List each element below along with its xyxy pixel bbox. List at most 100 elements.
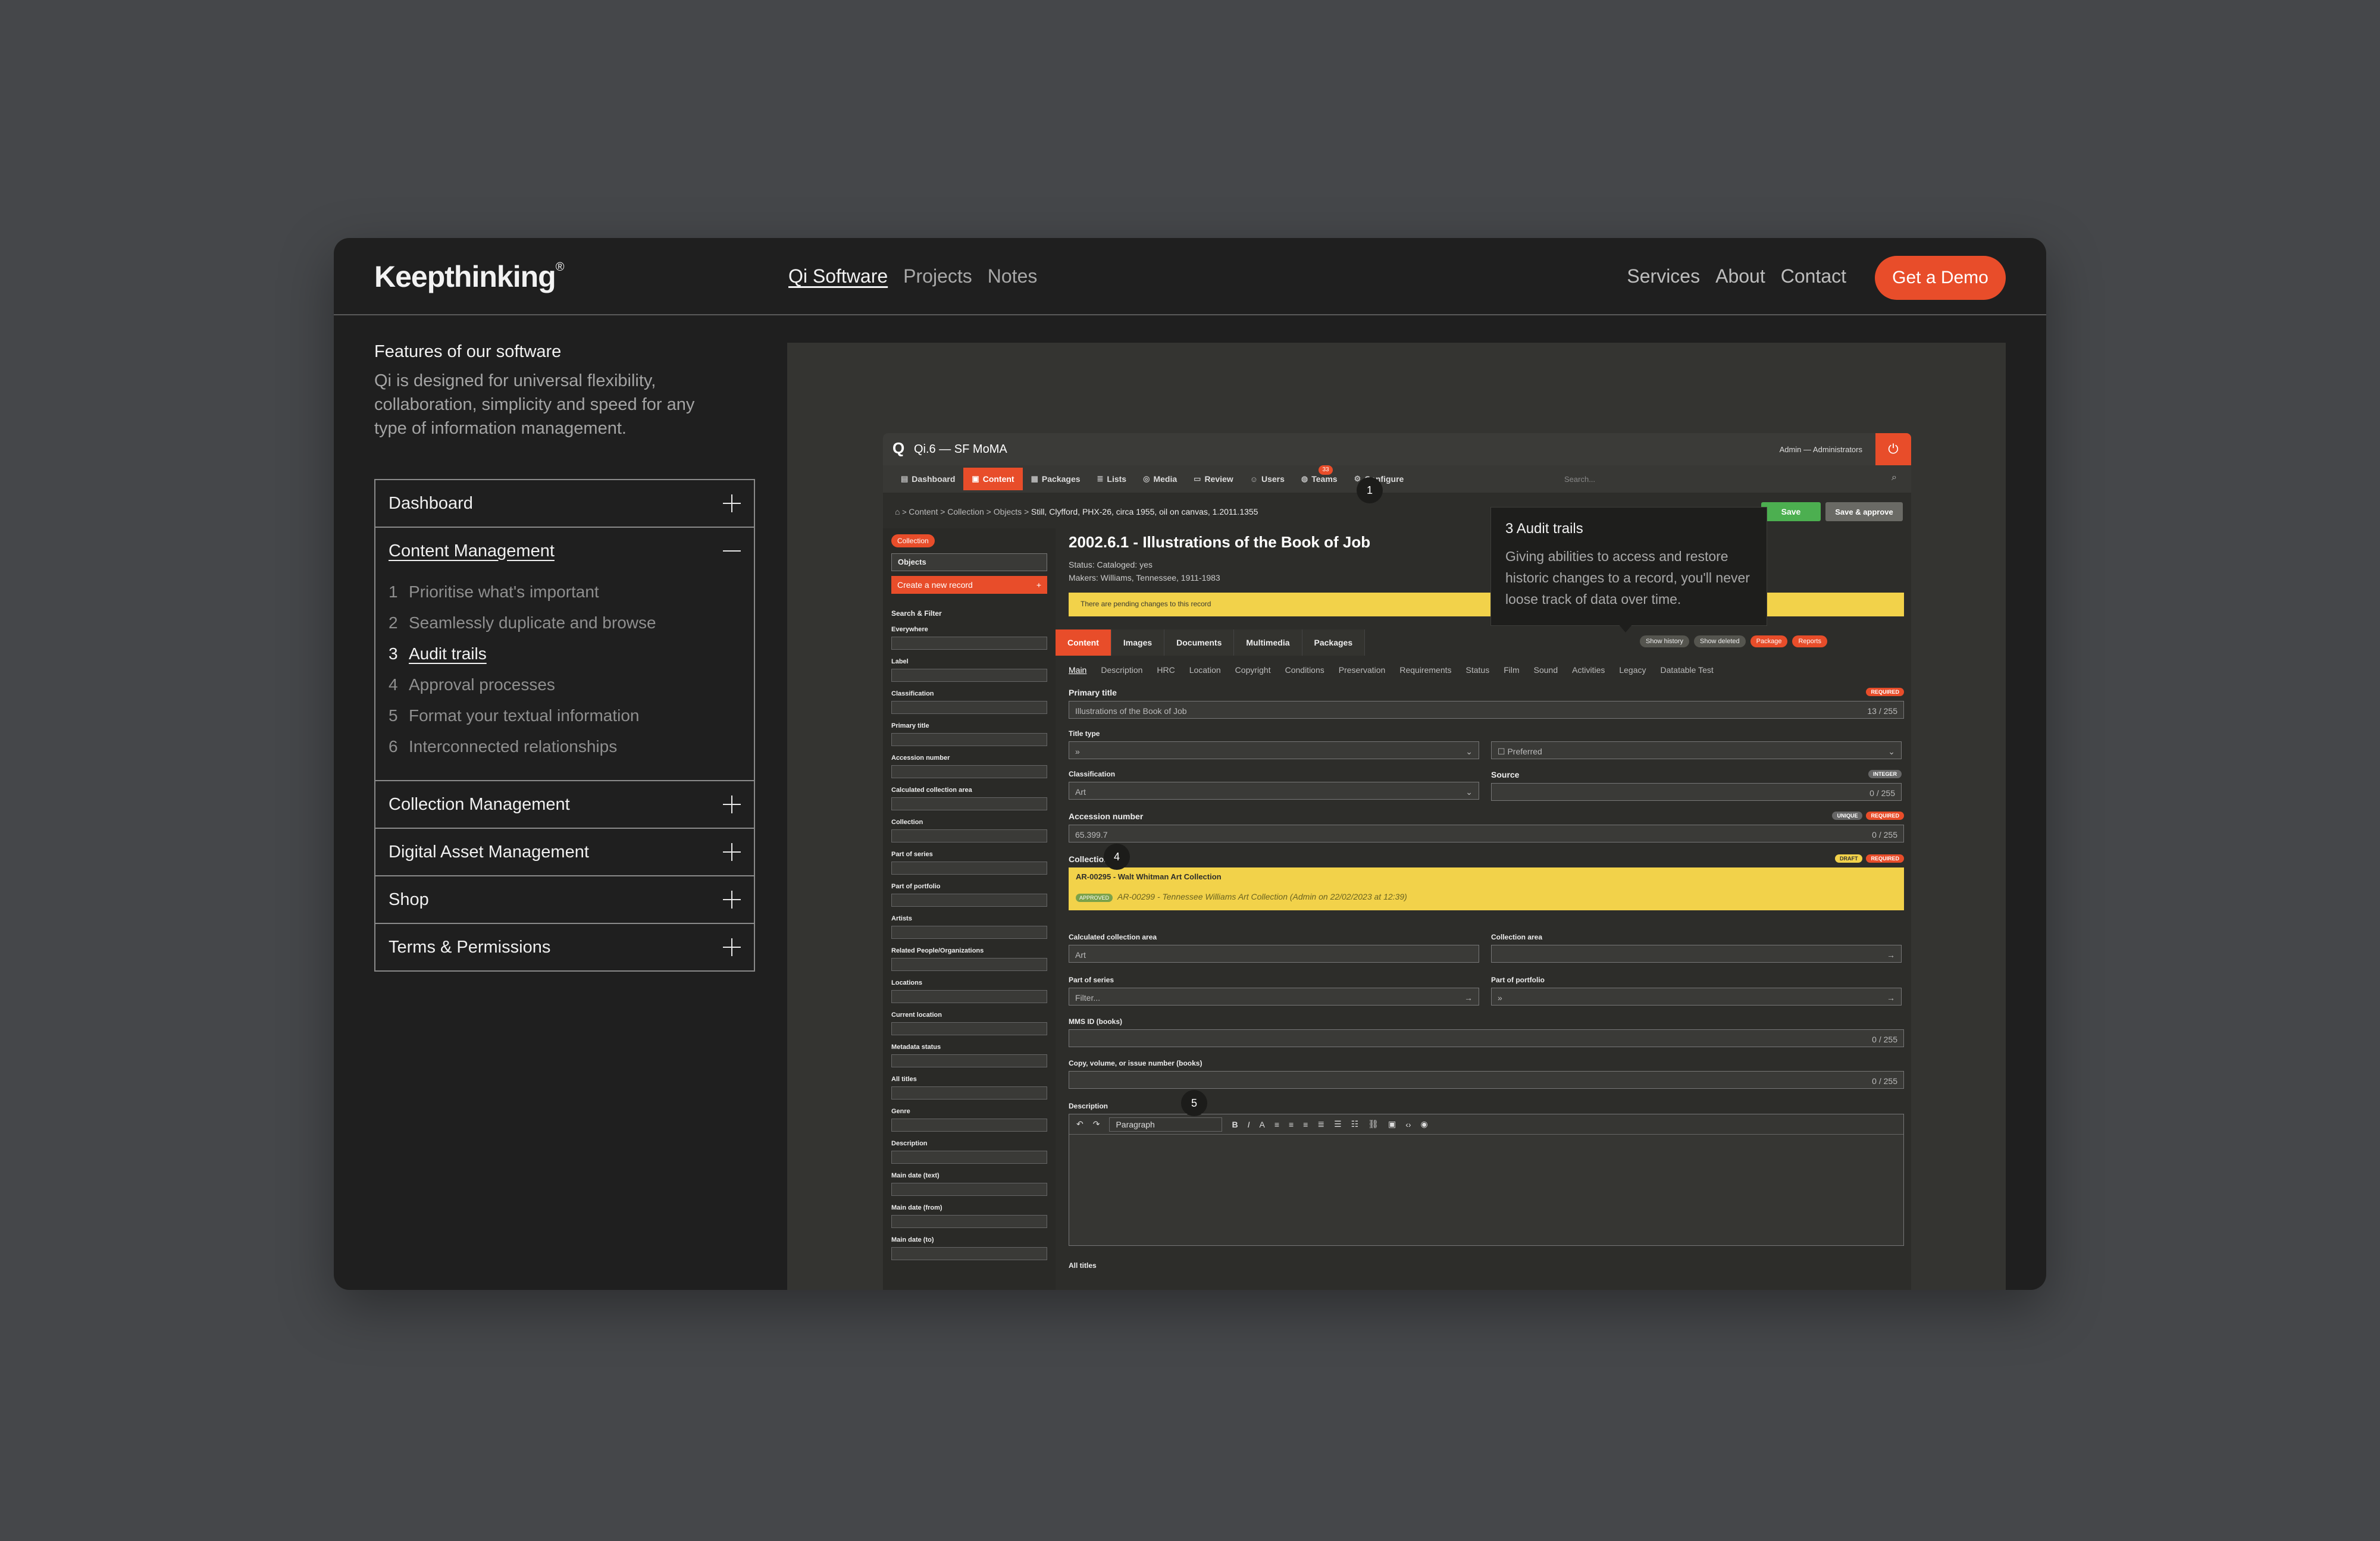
image-icon[interactable]: ▣ <box>1388 1119 1396 1129</box>
numbered-list-icon[interactable]: ☷ <box>1351 1119 1359 1129</box>
save-approve-button[interactable]: Save & approve <box>1825 502 1903 521</box>
accordion-item-terms-permissions[interactable]: Terms & Permissions <box>375 923 754 970</box>
preferred-checkbox[interactable]: ☐ Preferred ⌄ <box>1491 741 1902 759</box>
filter-input[interactable] <box>891 1215 1047 1228</box>
power-icon[interactable]: ⏻ <box>1875 433 1911 465</box>
filter-input[interactable] <box>891 797 1047 810</box>
plus-icon[interactable] <box>723 494 741 512</box>
accordion-item-dashboard[interactable]: Dashboard <box>375 480 754 527</box>
accordion-item-shop[interactable]: Shop <box>375 875 754 923</box>
show-deleted-button[interactable]: Show deleted <box>1693 635 1746 647</box>
plus-icon[interactable] <box>723 795 741 813</box>
get-demo-button[interactable]: Get a Demo <box>1875 256 2006 300</box>
subtab[interactable]: Preservation <box>1339 665 1386 675</box>
filter-input[interactable] <box>891 1086 1047 1100</box>
feature-item[interactable]: 1 Prioritise what's important <box>389 577 741 607</box>
tab-content[interactable]: ▣ Content <box>963 468 1023 490</box>
feature-item[interactable]: 4 Approval processes <box>389 669 741 700</box>
show-history-button[interactable]: Show history <box>1640 635 1689 647</box>
reports-button[interactable]: Reports <box>1792 635 1827 647</box>
undo-icon[interactable]: ↶ <box>1076 1119 1083 1129</box>
nav-notes[interactable]: Notes <box>988 265 1038 287</box>
feature-item[interactable]: 5 Format your textual information <box>389 700 741 731</box>
redo-icon[interactable]: ↷ <box>1093 1119 1100 1129</box>
filter-input[interactable] <box>891 829 1047 842</box>
subtab[interactable]: Status <box>1466 665 1490 675</box>
filter-input[interactable] <box>891 1022 1047 1035</box>
filter-input[interactable] <box>891 894 1047 907</box>
package-button[interactable]: Package <box>1750 635 1788 647</box>
subtab[interactable]: Main <box>1069 665 1086 675</box>
logo[interactable]: Keepthinking® <box>374 259 564 294</box>
filter-input[interactable] <box>891 1247 1047 1260</box>
filter-input[interactable] <box>891 1151 1047 1164</box>
subtab[interactable]: Datatable Test <box>1661 665 1714 675</box>
preview-icon[interactable]: ◉ <box>1421 1119 1428 1129</box>
filter-input[interactable] <box>891 669 1047 682</box>
filter-input[interactable] <box>891 958 1047 971</box>
objects-select[interactable]: Objects <box>891 553 1047 571</box>
plus-icon[interactable] <box>723 891 741 909</box>
record-tab-content[interactable]: Content <box>1056 629 1111 656</box>
collection-pill[interactable]: Collection <box>891 534 935 547</box>
record-tab-images[interactable]: Images <box>1111 629 1165 656</box>
title-type-select[interactable]: » ⌄ <box>1069 741 1479 759</box>
accordion-item-digital-asset-management[interactable]: Digital Asset Management <box>375 828 754 875</box>
subtab[interactable]: Legacy <box>1619 665 1646 675</box>
tab-packages[interactable]: ▦ Packages <box>1023 468 1089 490</box>
create-record-button[interactable]: Create a new record + <box>891 576 1047 594</box>
align-left-icon[interactable]: ≡ <box>1274 1120 1279 1129</box>
subtab[interactable]: Description <box>1101 665 1142 675</box>
subtab[interactable]: Activities <box>1572 665 1605 675</box>
source-input[interactable]: 0 / 255 <box>1491 783 1902 801</box>
subtab[interactable]: Requirements <box>1399 665 1451 675</box>
record-tab-multimedia[interactable]: Multimedia <box>1234 629 1302 656</box>
app-search-input[interactable]: Search... <box>1564 475 1595 484</box>
plus-icon[interactable] <box>723 843 741 861</box>
filter-input[interactable] <box>891 1183 1047 1196</box>
callout-marker-4[interactable]: 4 <box>1104 844 1130 870</box>
feature-item-active[interactable]: 3 Audit trails <box>389 638 741 669</box>
bullet-list-icon[interactable]: ☰ <box>1334 1119 1342 1129</box>
link-icon[interactable]: ⛓ <box>1368 1119 1379 1129</box>
subtab[interactable]: HRC <box>1157 665 1175 675</box>
italic-icon[interactable]: I <box>1248 1120 1250 1129</box>
subtab[interactable]: Conditions <box>1285 665 1324 675</box>
filter-input[interactable] <box>891 926 1047 939</box>
tab-media[interactable]: ◎ Media <box>1135 468 1185 490</box>
subtab[interactable]: Location <box>1189 665 1221 675</box>
record-tab-packages[interactable]: Packages <box>1302 629 1366 656</box>
subtab[interactable]: Sound <box>1534 665 1558 675</box>
align-right-icon[interactable]: ≡ <box>1303 1120 1308 1129</box>
subtab[interactable]: Film <box>1504 665 1519 675</box>
align-center-icon[interactable]: ≡ <box>1289 1120 1294 1129</box>
plus-icon[interactable] <box>723 938 741 956</box>
description-editor[interactable]: ↶ ↷ Paragraph B I A ≡ ≡ ≡ ≣ ☰ ☷ ⛓ ▣ ‹› ◉ <box>1069 1114 1904 1246</box>
nav-projects[interactable]: Projects <box>903 265 972 287</box>
filter-input[interactable] <box>891 701 1047 714</box>
record-tab-documents[interactable]: Documents <box>1164 629 1235 656</box>
feature-item[interactable]: 6 Interconnected relationships <box>389 731 741 762</box>
tab-review[interactable]: ▭ Review <box>1185 468 1242 490</box>
save-button[interactable]: Save <box>1761 502 1821 521</box>
subtab[interactable]: Copyright <box>1235 665 1271 675</box>
filter-input[interactable] <box>891 1054 1047 1067</box>
filter-input[interactable] <box>891 990 1047 1003</box>
nav-qi-software[interactable]: Qi Software <box>788 265 888 287</box>
filter-input[interactable] <box>891 1119 1047 1132</box>
app-user[interactable]: Admin — Administrators <box>1780 445 1862 454</box>
tab-dashboard[interactable]: ▤ Dashboard <box>892 468 963 490</box>
justify-icon[interactable]: ≣ <box>1317 1119 1324 1129</box>
filter-input[interactable] <box>891 637 1047 650</box>
classification-select[interactable]: Art ⌄ <box>1069 782 1479 800</box>
code-icon[interactable]: ‹› <box>1405 1120 1411 1129</box>
tab-lists[interactable]: ≣ Lists <box>1089 468 1135 490</box>
text-color-icon[interactable]: A <box>1259 1120 1264 1129</box>
nav-contact[interactable]: Contact <box>1781 265 1846 287</box>
nav-about[interactable]: About <box>1715 265 1765 287</box>
feature-item[interactable]: 2 Seamlessly duplicate and browse <box>389 607 741 638</box>
accordion-item-content-management[interactable]: Content Management 1 Prioritise what's im… <box>375 527 754 780</box>
minus-icon[interactable] <box>723 550 741 552</box>
accordion-item-collection-management[interactable]: Collection Management <box>375 780 754 828</box>
filter-input[interactable] <box>891 862 1047 875</box>
